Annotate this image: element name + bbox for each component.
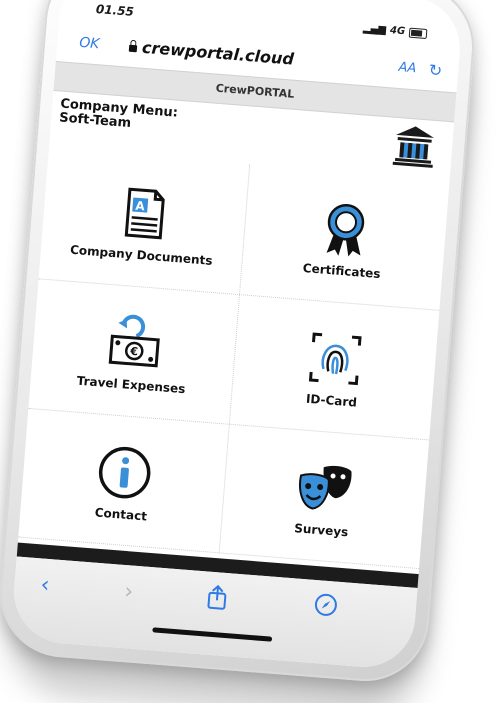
signal-icon: ▂▄▆: [362, 23, 387, 36]
ok-button[interactable]: OK: [79, 35, 100, 53]
share-icon[interactable]: [205, 583, 229, 611]
tile-label-id-card: ID-Card: [305, 391, 358, 410]
info-icon: [98, 446, 150, 499]
reload-icon[interactable]: ↻: [428, 60, 443, 80]
tile-contact[interactable]: Contact: [18, 408, 229, 553]
status-time: 01.55: [95, 1, 135, 19]
fingerprint-icon: [308, 332, 362, 386]
tile-label-travel-expenses: Travel Expenses: [76, 373, 186, 397]
tile-label-surveys: Surveys: [293, 521, 349, 540]
forward-icon[interactable]: ›: [123, 579, 134, 605]
bank-icon: [392, 126, 434, 168]
home-indicator: [152, 627, 273, 642]
phone: 01.55 ▂▄▆ 4G OK crewportal.cloud AA ↻ Cr…: [0, 0, 479, 686]
stage: 01.55 ▂▄▆ 4G OK crewportal.cloud AA ↻ Cr…: [0, 0, 496, 703]
svg-text:A: A: [134, 199, 145, 214]
network-type: 4G: [389, 25, 406, 38]
tile-id-card[interactable]: ID-Card: [229, 294, 440, 439]
certificate-ribbon-icon: [326, 203, 364, 257]
travel-expenses-icon: €: [108, 314, 160, 368]
svg-text:€: €: [128, 345, 138, 359]
theater-masks-icon: [298, 465, 351, 510]
menu-grid: A Company Documents Certificates € Trave…: [18, 149, 450, 570]
tile-label-contact: Contact: [94, 505, 148, 524]
back-icon[interactable]: ‹: [40, 572, 51, 598]
tile-label-company-documents: Company Documents: [69, 242, 213, 268]
text-size-button[interactable]: AA: [398, 60, 417, 76]
url-field[interactable]: crewportal.cloud: [128, 37, 295, 69]
app-title: CrewPORTAL: [215, 81, 295, 101]
lock-icon: [128, 44, 138, 53]
battery-icon: [408, 27, 428, 39]
phone-screen: 01.55 ▂▄▆ 4G OK crewportal.cloud AA ↻ Cr…: [10, 0, 464, 671]
document-icon: A: [124, 187, 165, 240]
tile-certificates[interactable]: Certificates: [239, 164, 450, 309]
company-heading: Company Menu: Soft-Team: [59, 97, 179, 134]
tile-label-certificates: Certificates: [302, 261, 382, 282]
status-indicators: ▂▄▆ 4G: [363, 23, 428, 39]
url-text: crewportal.cloud: [141, 37, 295, 69]
phone-frame: 01.55 ▂▄▆ 4G OK crewportal.cloud AA ↻ Cr…: [0, 0, 479, 686]
compass-icon[interactable]: [313, 592, 339, 618]
tile-travel-expenses[interactable]: € Travel Expenses: [28, 278, 239, 423]
tile-surveys[interactable]: Surveys: [219, 424, 430, 569]
tile-company-documents[interactable]: A Company Documents: [39, 149, 250, 294]
